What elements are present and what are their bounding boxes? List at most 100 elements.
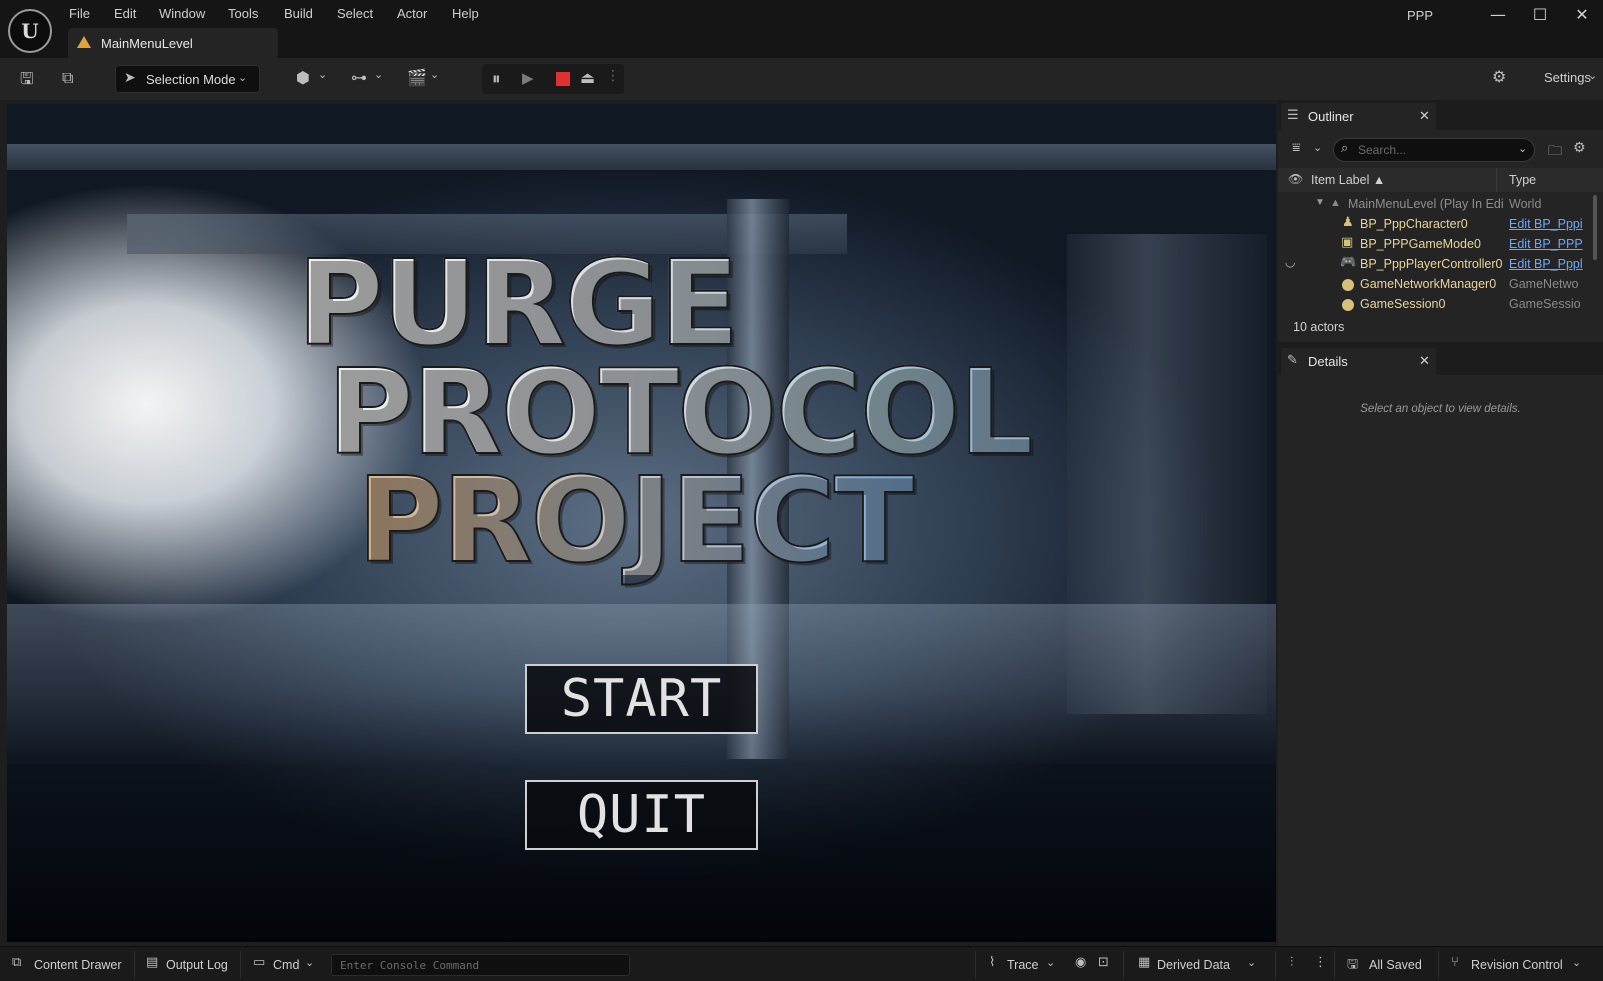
menu-window[interactable]: Window	[159, 6, 205, 21]
close-icon[interactable]: ✕	[1419, 354, 1430, 369]
close-window-button[interactable]: ✕	[1562, 2, 1602, 28]
actor-icon	[1342, 279, 1354, 291]
derived-data-dropdown[interactable]: Derived Data	[1157, 958, 1230, 972]
step-icon[interactable]: ▶	[522, 69, 534, 87]
more-options-icon[interactable]: ⋮	[606, 68, 620, 84]
revision-control-icon: ⑂	[1451, 955, 1459, 970]
quit-button[interactable]: QUIT	[525, 780, 758, 850]
more-options-icon[interactable]: ⋮	[1314, 955, 1327, 970]
column-divider[interactable]	[1496, 168, 1497, 192]
menu-edit[interactable]: Edit	[114, 6, 136, 21]
console-command-input[interactable]: Enter Console Command	[331, 954, 630, 976]
outliner-row[interactable]: ◡ 🎮 BP_PppPlayerController0 Edit BP_Pppl	[1278, 255, 1594, 275]
divider	[134, 951, 135, 979]
menu-build[interactable]: Build	[284, 6, 313, 21]
row-label: BP_PppPlayerController0	[1360, 257, 1503, 271]
tab-details[interactable]: ✎ Details ✕	[1281, 348, 1436, 375]
tab-outliner[interactable]: ☰ Outliner ✕	[1281, 103, 1436, 130]
outliner-world-row[interactable]: ▼ ▲ MainMenuLevel (Play In Edi World	[1278, 195, 1594, 215]
row-label: BP_PppCharacter0	[1360, 217, 1468, 231]
menu-file[interactable]: File	[69, 6, 90, 21]
game-viewport[interactable]: PURGE PROTOCOL PROJECT START QUIT	[7, 104, 1276, 942]
level-icon	[77, 36, 91, 48]
expand-arrow-icon[interactable]: ▼	[1315, 197, 1325, 208]
close-icon[interactable]: ✕	[1419, 109, 1430, 124]
start-button[interactable]: START	[525, 664, 758, 734]
chevron-down-icon[interactable]: ⌄	[1588, 69, 1597, 82]
menu-tools[interactable]: Tools	[228, 6, 258, 21]
save-all-icon: 🖫	[1347, 957, 1359, 972]
add-folder-icon[interactable]: 🗀	[1548, 140, 1562, 164]
menu-actor[interactable]: Actor	[397, 6, 427, 21]
menu-select[interactable]: Select	[337, 6, 373, 21]
chevron-down-icon[interactable]: ⌄	[1518, 142, 1527, 155]
details-empty-message: Select an object to view details.	[1360, 403, 1521, 415]
actor-icon	[1342, 299, 1354, 311]
filter-icon[interactable]: ⩸	[1292, 140, 1301, 156]
column-type[interactable]: Type	[1509, 173, 1536, 187]
selection-mode-dropdown[interactable]: ➤ Selection Mode ⌄	[115, 65, 260, 93]
output-log-icon: ▤	[146, 955, 159, 970]
unreal-logo-icon[interactable]: U	[8, 9, 52, 53]
menu-help[interactable]: Help	[452, 6, 479, 21]
cmd-dropdown[interactable]: Cmd	[273, 958, 299, 972]
chevron-down-icon[interactable]: ⌄	[305, 956, 314, 969]
settings-button[interactable]: Settings	[1544, 70, 1591, 85]
details-tab-label: Details	[1308, 354, 1348, 369]
column-item-label[interactable]: Item Label ▲	[1311, 173, 1385, 187]
edit-blueprint-link[interactable]: Edit BP_Pppl	[1509, 257, 1583, 271]
edit-blueprint-link[interactable]: Edit BP_Pppi	[1509, 217, 1583, 231]
outliner-row[interactable]: GameSession0 GameSessio	[1278, 295, 1594, 315]
record-icon[interactable]: ◉	[1075, 955, 1086, 970]
terminal-icon: ▭	[253, 955, 266, 970]
gear-icon[interactable]: ⚙	[1573, 140, 1586, 156]
outliner-icon: ☰	[1287, 108, 1299, 123]
output-log-button[interactable]: Output Log	[166, 958, 228, 972]
visibility-closed-icon[interactable]: ◡	[1285, 255, 1295, 269]
outliner-search-input[interactable]: ⌕ Search... ⌄	[1333, 138, 1535, 162]
minimize-button[interactable]: —	[1478, 2, 1518, 28]
pawn-icon: ♟	[1342, 215, 1354, 230]
divider	[1123, 951, 1124, 979]
visibility-eye-icon[interactable]: 👁	[1288, 172, 1303, 186]
save-icon[interactable]: 🖫	[20, 68, 34, 95]
add-actor-icon[interactable]: ⬢	[296, 68, 310, 87]
chevron-down-icon[interactable]: ⌄	[430, 68, 439, 81]
title-bar: U File Edit Window Tools Build Select Ac…	[0, 0, 1603, 58]
level-tab-label: MainMenuLevel	[101, 36, 193, 51]
chevron-down-icon[interactable]: ⌄	[1313, 141, 1322, 154]
selection-mode-label: Selection Mode	[146, 72, 236, 87]
chevron-down-icon[interactable]: ⌄	[1572, 956, 1581, 969]
chevron-down-icon[interactable]: ⌄	[1046, 956, 1055, 969]
edit-blueprint-link[interactable]: Edit BP_PPP	[1509, 237, 1583, 251]
blueprint-icon[interactable]: ⊶	[351, 68, 367, 87]
cinematics-icon[interactable]: 🎬	[407, 68, 427, 87]
trace-dropdown[interactable]: Trace	[1007, 958, 1039, 972]
browse-icon[interactable]: ⧉	[62, 68, 73, 88]
details-panel	[1278, 375, 1603, 946]
outliner-row[interactable]: ♟ BP_PppCharacter0 Edit BP_Pppi	[1278, 215, 1594, 235]
project-name: PPP	[1407, 8, 1434, 23]
screenshot-icon[interactable]: ⊡	[1098, 955, 1109, 970]
stop-icon[interactable]	[556, 72, 570, 86]
outliner-scrollbar[interactable]	[1593, 195, 1597, 260]
search-placeholder: Search...	[1358, 143, 1407, 157]
chevron-down-icon[interactable]: ⌄	[1247, 956, 1256, 969]
game-logo: PURGE PROTOCOL PROJECT	[296, 243, 1117, 580]
maximize-button[interactable]: ☐	[1520, 2, 1560, 28]
pause-icon[interactable]: ⏸	[492, 69, 501, 89]
chevron-down-icon[interactable]: ⌄	[318, 68, 327, 81]
actors-count: 10 actors	[1293, 320, 1345, 334]
outliner-row[interactable]: GameNetworkManager0 GameNetwo	[1278, 275, 1594, 295]
revision-control-dropdown[interactable]: Revision Control	[1471, 958, 1563, 972]
divider	[975, 951, 976, 979]
all-saved-button[interactable]: All Saved	[1369, 958, 1422, 972]
chevron-down-icon: ⌄	[238, 71, 248, 84]
outliner-row[interactable]: ▣ BP_PPPGameMode0 Edit BP_PPP	[1278, 235, 1594, 255]
level-tab[interactable]: MainMenuLevel	[68, 28, 278, 58]
source-control-status-icon[interactable]: ⫶	[1290, 955, 1293, 970]
chevron-down-icon[interactable]: ⌄	[374, 68, 383, 81]
gear-icon[interactable]: ⚙	[1492, 67, 1506, 86]
eject-icon[interactable]: ⏏	[580, 68, 595, 87]
content-drawer-button[interactable]: Content Drawer	[34, 958, 122, 972]
